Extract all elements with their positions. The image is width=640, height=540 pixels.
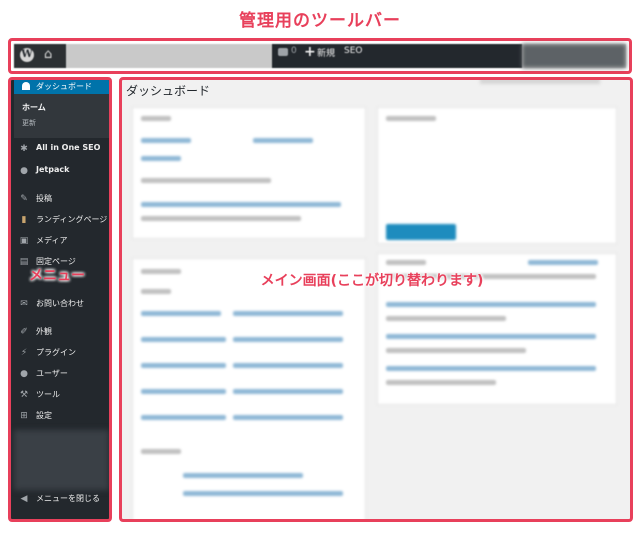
mail-icon: ✉ — [20, 299, 28, 309]
menu-item-label: メニューを閉じる — [36, 494, 100, 503]
dashboard-submenu: ホーム 更新 — [14, 94, 109, 138]
comment-count: 0 — [291, 46, 297, 56]
menu-item-plugins[interactable]: ⚡ プラグイン — [19, 347, 109, 361]
menu-item-users[interactable]: ● ユーザー — [19, 368, 109, 382]
new-button[interactable]: 新規 — [317, 46, 335, 59]
page-icon: ▤ — [19, 257, 29, 267]
overview-widget — [132, 107, 366, 239]
sidebar-blurred-items — [14, 430, 109, 490]
dashboard-icon — [22, 82, 30, 90]
menu-item-tools[interactable]: ⚒ ツール — [19, 389, 109, 403]
jetpack-icon: ● — [20, 166, 28, 176]
menu-item-media[interactable]: ▣ メディア — [19, 235, 109, 249]
menu-item-landing-pages[interactable]: ▮ ランディングページ — [19, 214, 109, 228]
menu-item-contact[interactable]: ✉ お問い合わせ — [19, 298, 109, 312]
page-title: ダッシュボード — [126, 84, 211, 98]
menu-item-label: プラグイン — [36, 348, 76, 357]
menu-item-label: 設定 — [36, 411, 52, 420]
menu-item-label: ランディングページ — [36, 215, 108, 224]
menu-annotation: メニュー — [29, 268, 85, 284]
menu-item-label: お問い合わせ — [36, 299, 84, 308]
menu-item-settings[interactable]: ⊞ 設定 — [19, 410, 109, 424]
quick-draft-widget — [377, 107, 617, 244]
submenu-home[interactable]: ホーム — [22, 102, 46, 113]
plus-icon[interactable]: + — [304, 44, 316, 60]
menu-item-label: 投稿 — [36, 194, 52, 203]
comment-icon[interactable] — [278, 48, 288, 56]
toolbar-left: W ⌂ — [14, 44, 66, 68]
toolbar-bar: W ⌂ 0 + 新規 SEO — [14, 44, 626, 68]
activity-widget — [132, 258, 366, 519]
menu-item-all-in-one-seo[interactable]: ✱ All in One SEO — [19, 143, 109, 157]
collapse-icon: ◀ — [20, 494, 28, 504]
menu-item-label: 外観 — [36, 327, 52, 336]
menu-item-label: ダッシュボード — [36, 82, 92, 91]
toolbar-right-blurred — [522, 44, 626, 68]
main-content: ダッシュボード メイン画面(ここが切り替わります) — [119, 77, 633, 522]
admin-toolbar: W ⌂ 0 + 新規 SEO — [8, 38, 632, 74]
collapse-menu-button[interactable]: ◀ メニューを閉じる — [19, 493, 109, 507]
menu-item-posts[interactable]: ✎ 投稿 — [19, 193, 109, 207]
main-annotation: メイン画面(ここが切り替わります) — [260, 273, 484, 289]
toolbar-annotation: 管理用のツールバー — [239, 11, 401, 31]
submenu-update[interactable]: 更新 — [22, 118, 36, 128]
plugin-icon: ⚡ — [20, 348, 28, 358]
menu-item-label: Jetpack — [36, 165, 70, 174]
wordpress-logo-icon[interactable]: W — [20, 48, 34, 62]
brush-icon: ✐ — [20, 327, 28, 337]
toolbar-center: 0 + 新規 SEO — [272, 44, 522, 68]
menu-item-label: All in One SEO — [36, 143, 101, 152]
menu-item-label: ツール — [36, 390, 60, 399]
menu-item-jetpack[interactable]: ● Jetpack — [19, 165, 109, 179]
settings-icon: ⊞ — [20, 411, 28, 421]
gear-icon: ✱ — [20, 144, 28, 154]
pin-icon: ✎ — [20, 194, 28, 204]
menu-item-label: ユーザー — [36, 369, 68, 378]
landing-icon: ▮ — [21, 215, 27, 225]
menu-item-appearance[interactable]: ✐ 外観 — [19, 326, 109, 340]
wrench-icon: ⚒ — [19, 390, 29, 400]
menu-item-label: メディア — [36, 236, 68, 245]
screen-options-blurred — [480, 80, 600, 84]
home-icon[interactable]: ⌂ — [44, 47, 52, 62]
user-icon: ● — [20, 369, 28, 379]
media-icon: ▣ — [19, 236, 29, 246]
menu-item-dashboard[interactable]: ダッシュボード — [14, 80, 109, 94]
seo-button[interactable]: SEO — [344, 46, 362, 56]
admin-menu: ダッシュボード ホーム 更新 ✱ All in One SEO ● Jetpac… — [8, 77, 112, 522]
